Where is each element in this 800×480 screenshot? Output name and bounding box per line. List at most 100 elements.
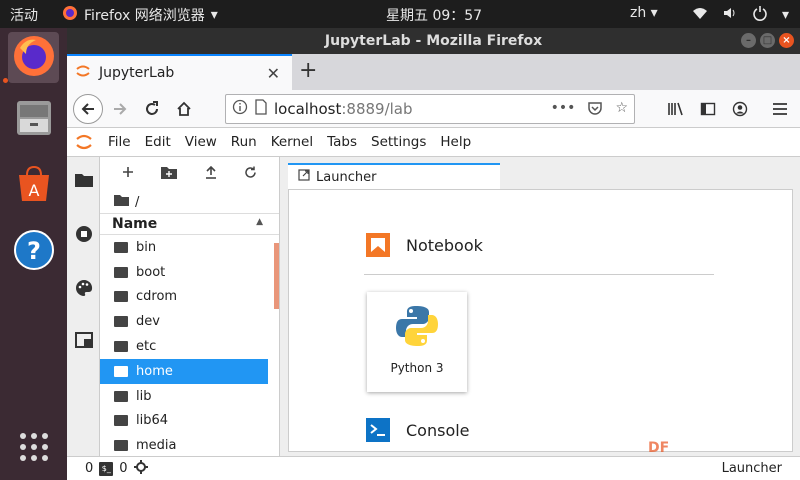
pocket-icon[interactable] <box>587 100 603 120</box>
gear-icon <box>133 459 148 478</box>
system-top-bar: 活动 Firefox 网络浏览器 ▾ 星期五 09：57 zh ▾ ▾ <box>0 0 800 28</box>
refresh-button[interactable] <box>244 166 257 183</box>
open-tabs-tab[interactable] <box>73 331 95 353</box>
dock: A ? <box>0 28 67 480</box>
page-actions-icon[interactable]: ••• <box>551 100 576 120</box>
site-info-icon[interactable] <box>232 99 248 119</box>
menu-edit[interactable]: Edit <box>138 134 178 150</box>
volume-icon <box>722 6 738 24</box>
notebook-section-title: Notebook <box>406 235 483 255</box>
input-language[interactable]: zh ▾ <box>630 5 658 21</box>
close-window-button[interactable]: × <box>779 33 794 48</box>
python-logo-icon <box>393 302 441 353</box>
sidebar-toggle-button[interactable] <box>695 96 721 122</box>
library-button[interactable] <box>663 96 689 122</box>
chevron-down-icon: ▾ <box>210 7 218 23</box>
browser-tab-strip: JupyterLab ✕ + <box>67 54 800 90</box>
upload-button[interactable] <box>205 165 217 183</box>
file-list-item[interactable]: dev <box>100 309 268 334</box>
python3-notebook-card[interactable]: Python 3 <box>367 292 467 392</box>
launcher-tab-icon <box>298 169 310 185</box>
file-cabinet-icon <box>13 97 55 143</box>
activities-button[interactable]: 活动 <box>10 5 38 25</box>
app-menu-label: Firefox 网络浏览器 <box>84 8 205 24</box>
file-name: boot <box>136 264 166 280</box>
column-header-name[interactable]: Name ▲ <box>100 213 279 235</box>
new-tab-button[interactable]: + <box>299 58 317 83</box>
file-browser-tab[interactable] <box>73 171 95 193</box>
commands-tab[interactable] <box>73 279 95 301</box>
forward-button[interactable] <box>107 96 133 122</box>
file-name: lib64 <box>136 413 169 429</box>
bookmark-star-icon[interactable]: ☆ <box>615 100 628 120</box>
dock-help[interactable]: ? <box>8 226 59 277</box>
file-list-scrollbar[interactable] <box>274 243 279 309</box>
page-icon <box>254 99 268 119</box>
url-bar[interactable]: localhost:8889/lab ••• ☆ <box>225 94 635 124</box>
file-name: media <box>136 438 177 454</box>
new-folder-button[interactable] <box>161 166 178 183</box>
app-menu[interactable]: Firefox 网络浏览器 ▾ <box>62 5 218 25</box>
file-name: cdrom <box>136 289 178 305</box>
breadcrumb[interactable]: / <box>100 191 279 213</box>
reload-button[interactable] <box>139 96 165 122</box>
menu-run[interactable]: Run <box>224 134 264 150</box>
menu-kernel[interactable]: Kernel <box>264 134 320 150</box>
file-list-item[interactable]: cdrom <box>100 285 268 310</box>
close-tab-icon[interactable]: ✕ <box>267 64 280 83</box>
minimize-button[interactable]: – <box>741 33 756 48</box>
file-list-item[interactable]: boot <box>100 260 268 285</box>
launcher-tab[interactable]: Launcher <box>288 163 500 189</box>
back-button[interactable] <box>73 94 103 124</box>
clock[interactable]: 星期五 09：57 <box>386 5 482 25</box>
terminal-count: 0 <box>119 461 128 476</box>
active-tab-status: Launcher <box>721 461 782 476</box>
menu-settings[interactable]: Settings <box>364 134 433 150</box>
file-list-item[interactable]: home <box>100 358 268 384</box>
status-bar: 0 $_ 0 Launcher <box>67 456 800 480</box>
notebook-section-header: Notebook <box>364 232 483 258</box>
left-sidebar-tabs <box>67 157 100 456</box>
url-host: localhost <box>274 100 342 118</box>
show-applications-button[interactable] <box>8 423 59 474</box>
file-list-item[interactable]: media <box>100 433 268 455</box>
stop-circle-icon <box>75 225 93 247</box>
system-tray[interactable]: ▾ <box>692 5 789 25</box>
sort-ascending-icon: ▲ <box>256 217 263 227</box>
folder-icon <box>114 241 128 253</box>
home-button[interactable] <box>171 96 197 122</box>
menu-file[interactable]: File <box>101 134 138 150</box>
hamburger-menu-button[interactable] <box>767 96 793 122</box>
file-list-item[interactable]: etc <box>100 334 268 359</box>
firefox-icon <box>12 34 56 82</box>
browser-tab[interactable]: JupyterLab ✕ <box>67 54 292 90</box>
menu-tabs[interactable]: Tabs <box>320 134 364 150</box>
dock-software[interactable]: A <box>8 160 59 211</box>
file-list-item[interactable]: bin <box>100 235 268 260</box>
dock-firefox[interactable] <box>8 32 59 83</box>
palette-icon <box>75 279 93 301</box>
folder-icon <box>114 194 129 210</box>
navigation-toolbar: localhost:8889/lab ••• ☆ <box>67 90 800 128</box>
jupyter-favicon-icon <box>75 63 91 83</box>
menu-help[interactable]: Help <box>433 134 478 150</box>
running-sessions-tab[interactable] <box>73 225 95 247</box>
breadcrumb-path: / <box>135 194 140 210</box>
terminal-icon: $_ <box>99 461 114 476</box>
firefox-small-icon <box>62 5 78 25</box>
chevron-down-icon: ▾ <box>782 7 790 23</box>
file-list-item[interactable]: lib64 <box>100 409 268 434</box>
jupyter-menubar: File Edit View Run Kernel Tabs Settings … <box>67 128 800 157</box>
console-section-header: Console <box>364 417 470 443</box>
tab-window-icon <box>75 332 93 352</box>
running-kernels-status[interactable]: 0 $_ 0 <box>85 459 148 478</box>
file-list-item[interactable]: lib <box>100 384 268 409</box>
new-launcher-button[interactable] <box>122 166 134 182</box>
window-titlebar[interactable]: JupyterLab - Mozilla Firefox – □ × <box>67 28 800 54</box>
maximize-button[interactable]: □ <box>760 33 775 48</box>
console-icon <box>364 417 392 443</box>
browser-tab-title: JupyterLab <box>99 65 175 81</box>
account-button[interactable] <box>727 96 753 122</box>
dock-files[interactable] <box>8 94 59 145</box>
menu-view[interactable]: View <box>178 134 224 150</box>
